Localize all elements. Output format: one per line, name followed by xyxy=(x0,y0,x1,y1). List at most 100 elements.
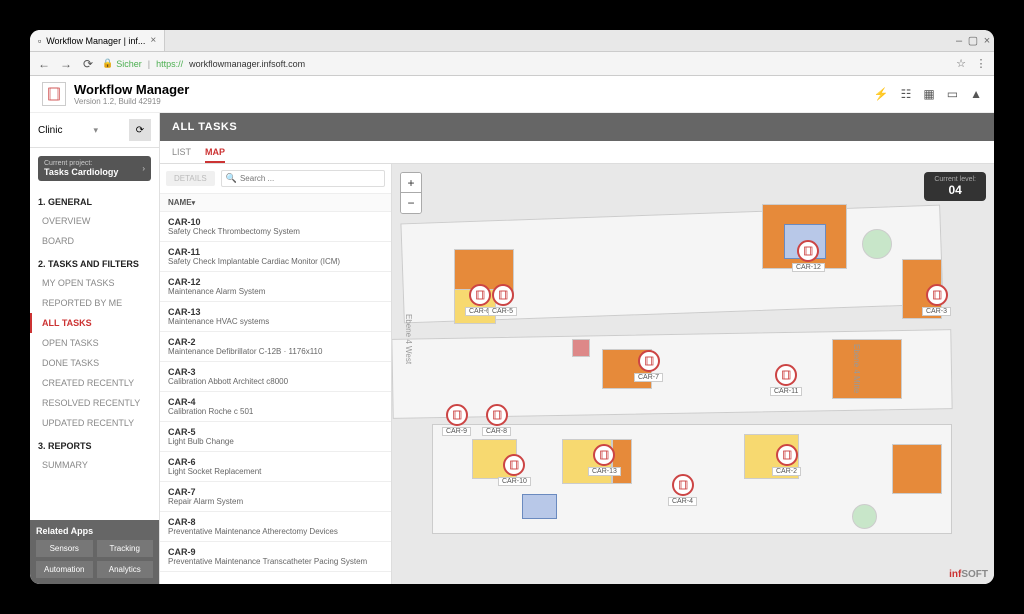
search-input-wrapper[interactable]: 🔍 xyxy=(221,170,385,187)
url-text[interactable]: workflowmanager.infsoft.com xyxy=(189,59,305,69)
url-divider: | xyxy=(148,59,150,69)
zoom-in-button[interactable]: + xyxy=(401,173,421,193)
name-column-header[interactable]: NAME xyxy=(168,198,192,207)
brand-logo: infSOFT xyxy=(949,569,988,580)
related-automation[interactable]: Automation xyxy=(36,561,93,578)
details-button[interactable]: DETAILS xyxy=(166,171,215,186)
clinic-label[interactable]: Clinic xyxy=(38,125,62,136)
marker-car-7[interactable]: CAR-7 xyxy=(634,350,663,382)
related-analytics[interactable]: Analytics xyxy=(97,561,154,578)
refresh-icon[interactable]: ⟳ xyxy=(129,119,151,141)
sort-icon[interactable]: ▾ xyxy=(192,200,196,207)
task-car-12[interactable]: CAR-12Maintenance Alarm System xyxy=(160,272,391,302)
street-mitte: Ebene 4 Mitte xyxy=(852,344,861,393)
nav-done-tasks[interactable]: DONE TASKS xyxy=(30,353,159,373)
related-heading: Related Apps xyxy=(36,526,153,536)
nav-open-tasks[interactable]: OPEN TASKS xyxy=(30,333,159,353)
marker-car-2[interactable]: CAR-2 xyxy=(772,444,801,476)
marker-pin-icon xyxy=(638,350,660,372)
marker-car-8[interactable]: CAR-8 xyxy=(482,404,511,436)
marker-car-11[interactable]: CAR-11 xyxy=(770,364,802,396)
street-west: Ebene 4 West xyxy=(404,314,413,364)
section-general: 1. GENERAL xyxy=(30,189,159,211)
notify-icon[interactable]: ▲ xyxy=(970,87,982,101)
browser-tab[interactable]: ▫ Workflow Manager | inf... × xyxy=(30,30,165,51)
marker-car-9[interactable]: CAR-9 xyxy=(442,404,471,436)
marker-pin-icon xyxy=(775,364,797,386)
marker-pin-icon xyxy=(926,284,948,306)
reload-icon[interactable]: ⟳ xyxy=(80,56,96,72)
task-car-4[interactable]: CAR-4Calibration Roche c 501 xyxy=(160,392,391,422)
task-car-10[interactable]: CAR-10Safety Check Thrombectomy System xyxy=(160,212,391,242)
nav-created-recently[interactable]: CREATED RECENTLY xyxy=(30,373,159,393)
window-restore-icon[interactable]: ▢ xyxy=(966,34,980,48)
tab-map[interactable]: MAP xyxy=(205,147,225,163)
task-car-8[interactable]: CAR-8Preventative Maintenance Atherectom… xyxy=(160,512,391,542)
nav-my-open-tasks[interactable]: MY OPEN TASKS xyxy=(30,273,159,293)
task-car-7[interactable]: CAR-7Repair Alarm System xyxy=(160,482,391,512)
tab-list[interactable]: LIST xyxy=(172,147,191,163)
tab-close-icon[interactable]: × xyxy=(150,35,156,46)
task-car-5[interactable]: CAR-5Light Bulb Change xyxy=(160,422,391,452)
project-name: Tasks Cardiology xyxy=(44,167,118,177)
tab-favicon: ▫ xyxy=(38,36,41,46)
grid-icon[interactable]: ▦ xyxy=(923,87,934,101)
task-car-6[interactable]: CAR-6Light Socket Replacement xyxy=(160,452,391,482)
search-input[interactable] xyxy=(240,174,380,183)
marker-pin-icon xyxy=(776,444,798,466)
task-car-11[interactable]: CAR-11Safety Check Implantable Cardiac M… xyxy=(160,242,391,272)
marker-car-4[interactable]: CAR-4 xyxy=(668,474,697,506)
marker-car-13[interactable]: CAR-13 xyxy=(588,444,621,476)
nav-reported-by-me[interactable]: REPORTED BY ME xyxy=(30,293,159,313)
url-prefix: https:// xyxy=(156,59,183,69)
card-icon[interactable]: ▭ xyxy=(947,87,958,101)
nav-board[interactable]: BOARD xyxy=(30,231,159,251)
star-icon[interactable]: ☆ xyxy=(954,57,968,71)
section-tasks: 2. TASKS AND FILTERS xyxy=(30,251,159,273)
marker-car-3[interactable]: CAR-3 xyxy=(922,284,951,316)
marker-pin-icon xyxy=(503,454,525,476)
nav-overview[interactable]: OVERVIEW xyxy=(30,211,159,231)
map-canvas[interactable]: + − Current level: 04 xyxy=(392,164,994,584)
nav-summary[interactable]: SUMMARY xyxy=(30,455,159,475)
project-label: Current project: xyxy=(44,160,118,167)
app-logo xyxy=(42,82,66,106)
app-title: Workflow Manager xyxy=(74,82,189,97)
zoom-out-button[interactable]: − xyxy=(401,193,421,213)
settings-icon[interactable]: ☷ xyxy=(901,87,912,101)
forward-icon[interactable]: → xyxy=(58,56,74,72)
marker-pin-icon xyxy=(797,240,819,262)
page-title: ALL TASKS xyxy=(160,113,994,141)
nav-resolved-recently[interactable]: RESOLVED RECENTLY xyxy=(30,393,159,413)
marker-pin-icon xyxy=(446,404,468,426)
marker-pin-icon xyxy=(492,284,514,306)
project-arrow-icon: › xyxy=(142,164,145,173)
menu-icon[interactable]: ⋮ xyxy=(974,57,988,71)
marker-car-10[interactable]: CAR-10 xyxy=(498,454,531,486)
marker-car-5[interactable]: CAR-5 xyxy=(488,284,517,316)
back-icon[interactable]: ← xyxy=(36,56,52,72)
task-car-13[interactable]: CAR-13Maintenance HVAC systems xyxy=(160,302,391,332)
level-badge[interactable]: Current level: 04 xyxy=(924,172,986,201)
window-close-icon[interactable]: × xyxy=(980,34,994,48)
marker-pin-icon xyxy=(672,474,694,496)
marker-pin-icon xyxy=(486,404,508,426)
project-badge[interactable]: Current project: Tasks Cardiology › xyxy=(38,156,151,181)
section-reports: 3. REPORTS xyxy=(30,433,159,455)
task-car-9[interactable]: CAR-9Preventative Maintenance Transcathe… xyxy=(160,542,391,572)
task-car-3[interactable]: CAR-3Calibration Abbott Architect c8000 xyxy=(160,362,391,392)
related-tracking[interactable]: Tracking xyxy=(97,540,154,557)
secure-badge: 🔒 Sicher xyxy=(102,58,142,69)
chevron-down-icon[interactable]: ▾ xyxy=(93,125,98,136)
window-minimize-icon[interactable]: – xyxy=(952,34,966,48)
task-car-2[interactable]: CAR-2Maintenance Defibrillator C-12B · 1… xyxy=(160,332,391,362)
level-value: 04 xyxy=(934,183,976,197)
bolt-icon[interactable]: ⚡ xyxy=(874,87,889,101)
nav-all-tasks[interactable]: ALL TASKS xyxy=(30,313,159,333)
nav-updated-recently[interactable]: UPDATED RECENTLY xyxy=(30,413,159,433)
level-label: Current level: xyxy=(934,176,976,183)
marker-car-12[interactable]: CAR-12 xyxy=(792,240,825,272)
marker-pin-icon xyxy=(593,444,615,466)
tab-title: Workflow Manager | inf... xyxy=(46,36,145,46)
related-sensors[interactable]: Sensors xyxy=(36,540,93,557)
